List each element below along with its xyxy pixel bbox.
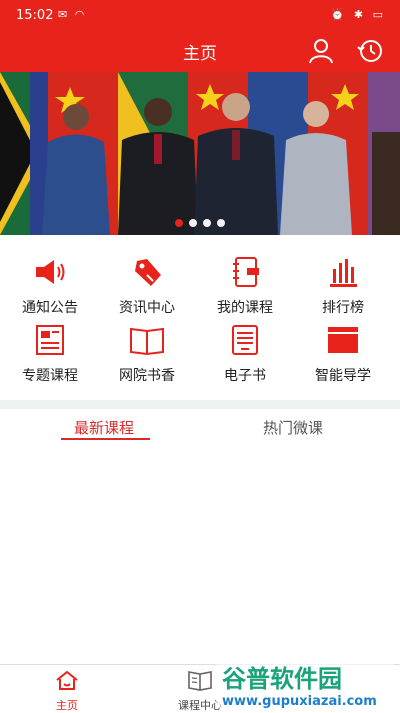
bar-chart-icon (330, 259, 357, 287)
menu-item-label: 排行榜 (322, 300, 364, 316)
menu-item-label: 通知公告 (22, 300, 78, 316)
carousel-dot[interactable] (217, 219, 225, 227)
status-time: 15:02 (16, 8, 54, 23)
menu-item-label: 网院书香 (119, 368, 175, 384)
carousel-dot[interactable] (203, 219, 211, 227)
banner-carousel[interactable] (0, 72, 400, 235)
tag-icon (135, 259, 161, 286)
ebook-icon (232, 325, 258, 355)
notification-icons: ✉ ◠ (58, 8, 87, 21)
user-icon[interactable] (306, 36, 336, 66)
banner-photo (0, 72, 400, 235)
watermark-logo: 谷普软件园 www.gupuxiazai.com (216, 661, 394, 709)
page-title: 主页 (183, 44, 217, 64)
menu-item-label: 智能导学 (315, 368, 371, 384)
system-icons: ⏰ ✱ ▭ (330, 8, 386, 21)
menu-item-label: 我的课程 (217, 300, 273, 316)
history-icon[interactable] (355, 36, 385, 66)
app-bar: 主页 (0, 30, 400, 72)
section-divider (0, 400, 400, 409)
open-book-icon (130, 327, 164, 356)
megaphone-icon (36, 260, 65, 284)
menu-item-special-courses[interactable]: 专题课程 (0, 323, 100, 387)
menu-item-label: 资讯中心 (119, 300, 175, 316)
home-icon (56, 670, 78, 690)
menu-item-label: 专题课程 (22, 368, 78, 384)
active-tab-underline (61, 438, 150, 440)
carousel-dot[interactable] (175, 219, 183, 227)
carousel-dot[interactable] (189, 219, 197, 227)
carousel-indicator[interactable] (0, 212, 400, 231)
menu-item-ebook[interactable]: 电子书 (195, 323, 295, 387)
menu-item-news[interactable]: 资讯中心 (97, 255, 197, 319)
folder-icon (328, 327, 358, 353)
book-icon (188, 671, 212, 691)
status-bar: 15:02 ✉ ◠ ⏰ ✱ ▭ (0, 0, 400, 30)
notebook-icon (233, 257, 259, 287)
tab-latest-courses[interactable]: 最新课程 (74, 417, 134, 438)
menu-item-smart-guide[interactable]: 智能导学 (293, 323, 393, 387)
newspaper-icon (36, 325, 64, 355)
course-tabs: 最新课程 热门微课 (0, 409, 400, 443)
svg-text:谷普软件园: 谷普软件园 (222, 665, 342, 693)
nav-home[interactable]: 主页 (12, 665, 122, 712)
menu-item-notices[interactable]: 通知公告 (0, 255, 100, 319)
menu-item-my-courses[interactable]: 我的课程 (195, 255, 295, 319)
menu-item-library[interactable]: 网院书香 (97, 323, 197, 387)
tab-hot-micro-courses[interactable]: 热门微课 (263, 417, 323, 438)
menu-item-label: 电子书 (224, 368, 266, 384)
menu-item-ranking[interactable]: 排行榜 (293, 255, 393, 319)
svg-text:www.gupuxiazai.com: www.gupuxiazai.com (222, 694, 377, 709)
